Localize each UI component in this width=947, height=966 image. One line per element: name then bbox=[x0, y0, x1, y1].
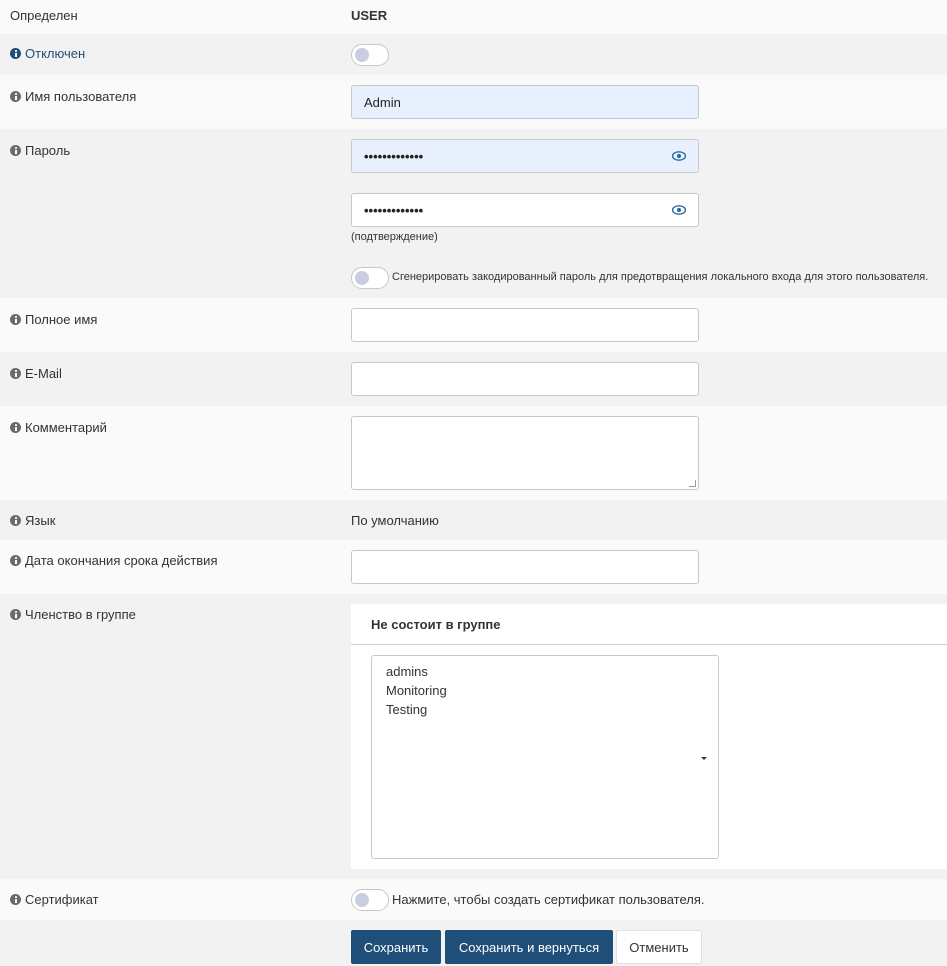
fullname-input[interactable] bbox=[351, 308, 699, 342]
info-circle-icon[interactable] bbox=[10, 314, 21, 325]
info-circle-icon[interactable] bbox=[10, 894, 21, 905]
groups-label[interactable]: Членство в группе bbox=[10, 607, 136, 622]
row-fullname: Полное имя bbox=[0, 298, 947, 352]
row-disabled: Отключен bbox=[0, 34, 947, 75]
comment-textarea[interactable] bbox=[351, 416, 699, 490]
scramble-password-toggle[interactable] bbox=[351, 267, 389, 289]
comment-label-text: Комментарий bbox=[25, 420, 107, 435]
username-value: Admin bbox=[364, 94, 401, 110]
password-label[interactable]: Пароль bbox=[10, 143, 70, 158]
certificate-label[interactable]: Сертификат bbox=[10, 892, 99, 907]
resize-grip-icon[interactable] bbox=[689, 480, 696, 487]
fullname-label[interactable]: Полное имя bbox=[10, 312, 97, 327]
save-and-return-button[interactable]: Сохранить и вернуться bbox=[445, 930, 613, 964]
info-circle-icon[interactable] bbox=[10, 609, 21, 620]
save-button[interactable]: Сохранить bbox=[351, 930, 441, 964]
row-defined: Определен USER bbox=[0, 0, 947, 34]
list-item-monitoring[interactable]: Monitoring bbox=[386, 683, 447, 698]
disabled-toggle[interactable] bbox=[351, 44, 389, 66]
scramble-password-label: Сгенерировать закодированный пароль для … bbox=[392, 271, 929, 283]
fullname-label-text: Полное имя bbox=[25, 312, 98, 327]
toggle-knob bbox=[355, 893, 369, 907]
password-label-text: Пароль bbox=[25, 143, 71, 158]
groups-label-text: Членство в группе bbox=[25, 607, 136, 622]
certificate-toggle[interactable] bbox=[351, 889, 389, 911]
certificate-hint: Нажмите, чтобы создать сертификат пользо… bbox=[392, 892, 705, 907]
caret-down-icon[interactable] bbox=[701, 757, 707, 760]
expires-label[interactable]: Дата окончания срока действия bbox=[10, 553, 217, 568]
disabled-label[interactable]: Отключен bbox=[10, 46, 85, 61]
group-membership-panel: Не состоит в группе admins Monitoring Te… bbox=[351, 604, 947, 869]
toggle-knob bbox=[355, 48, 369, 62]
row-username: Имя пользователя Admin bbox=[0, 75, 947, 129]
list-item-testing[interactable]: Testing bbox=[386, 702, 427, 717]
comment-label[interactable]: Комментарий bbox=[10, 420, 107, 435]
password-value: ••••••••••••• bbox=[364, 148, 424, 164]
username-label-text: Имя пользователя bbox=[25, 89, 137, 104]
info-circle-icon[interactable] bbox=[10, 368, 21, 379]
row-password: Пароль ••••••••••••• ••••••••••••• (подт… bbox=[0, 129, 947, 298]
language-label[interactable]: Язык bbox=[10, 513, 55, 528]
not-member-listbox[interactable]: admins Monitoring Testing bbox=[371, 655, 719, 859]
list-item-admins[interactable]: admins bbox=[386, 664, 428, 679]
password-confirm-hint: (подтверждение) bbox=[351, 231, 438, 243]
disabled-label-text: Отключен bbox=[25, 46, 86, 61]
email-label-text: E-Mail bbox=[25, 366, 62, 381]
email-label[interactable]: E-Mail bbox=[10, 366, 62, 381]
password-confirm-value: ••••••••••••• bbox=[364, 202, 424, 218]
not-member-heading: Не состоит в группе bbox=[371, 617, 501, 632]
password-confirm-input[interactable]: ••••••••••••• bbox=[351, 193, 699, 227]
username-label[interactable]: Имя пользователя bbox=[10, 89, 136, 104]
email-input[interactable] bbox=[351, 362, 699, 396]
expires-label-text: Дата окончания срока действия bbox=[25, 553, 218, 568]
username-input[interactable]: Admin bbox=[351, 85, 699, 119]
info-circle-icon[interactable] bbox=[10, 48, 21, 59]
defined-value: USER bbox=[351, 8, 388, 23]
row-language: Язык По умолчанию bbox=[0, 500, 947, 540]
info-circle-icon[interactable] bbox=[10, 515, 21, 526]
row-certificate: Сертификат Нажмите, чтобы создать сертиф… bbox=[0, 879, 947, 920]
password-input[interactable]: ••••••••••••• bbox=[351, 139, 699, 173]
expires-input[interactable] bbox=[351, 550, 699, 584]
row-comment: Комментарий bbox=[0, 406, 947, 500]
defined-label: Определен bbox=[10, 8, 78, 23]
certificate-label-text: Сертификат bbox=[25, 892, 99, 907]
row-email: E-Mail bbox=[0, 352, 947, 406]
row-expires: Дата окончания срока действия bbox=[0, 540, 947, 594]
eye-icon[interactable] bbox=[672, 205, 686, 215]
language-label-text: Язык bbox=[25, 513, 56, 528]
cancel-button[interactable]: Отменить bbox=[616, 930, 702, 964]
info-circle-icon[interactable] bbox=[10, 555, 21, 566]
language-value: По умолчанию bbox=[351, 513, 439, 528]
divider bbox=[351, 644, 947, 645]
eye-icon[interactable] bbox=[672, 151, 686, 161]
toggle-knob bbox=[355, 271, 369, 285]
info-circle-icon[interactable] bbox=[10, 91, 21, 102]
info-circle-icon[interactable] bbox=[10, 145, 21, 156]
info-circle-icon[interactable] bbox=[10, 422, 21, 433]
